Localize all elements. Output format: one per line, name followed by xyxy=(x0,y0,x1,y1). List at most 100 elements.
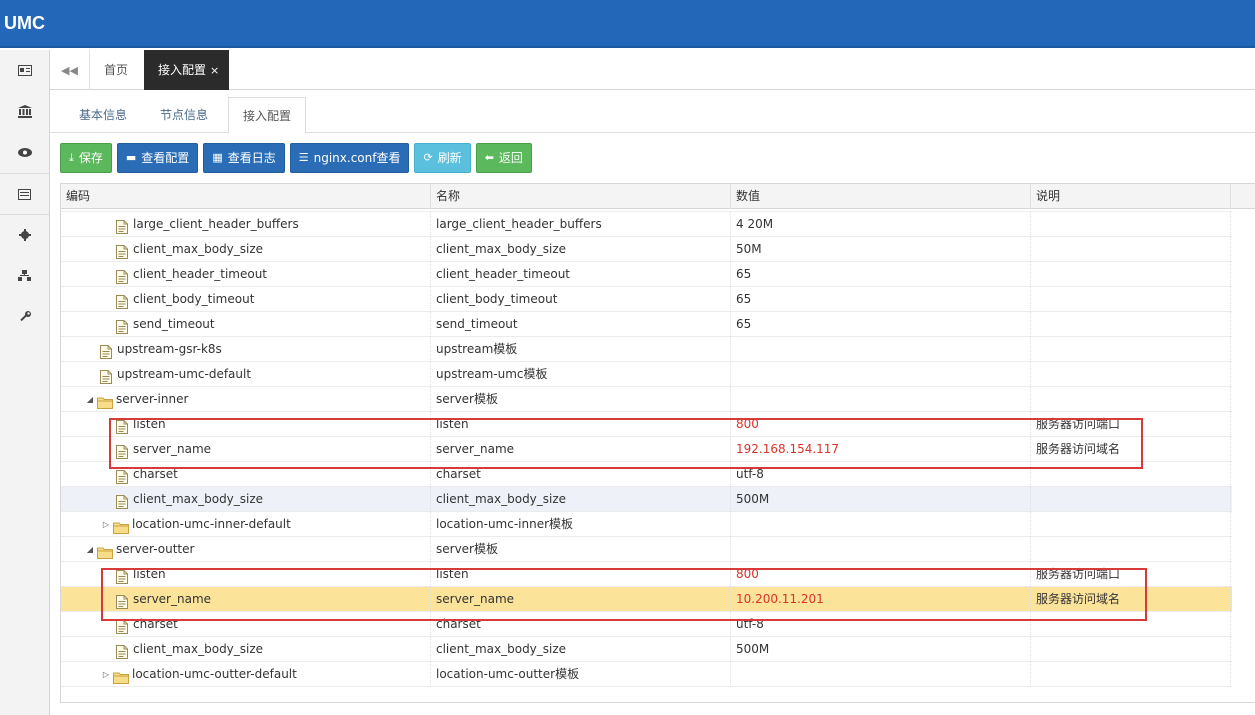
cell-code[interactable]: send_timeout xyxy=(61,312,431,337)
cell-desc[interactable] xyxy=(1031,362,1231,387)
table-row[interactable]: upstream-umc-default upstream-umc模板 xyxy=(61,362,1233,387)
table-row[interactable]: ◢ server-outter server模板 xyxy=(61,537,1233,562)
cell-name[interactable]: listen xyxy=(431,562,731,587)
column-header-name[interactable]: 名称 xyxy=(431,184,731,209)
subtab-node-info[interactable]: 节点信息 xyxy=(146,97,222,133)
cell-desc[interactable] xyxy=(1031,287,1231,312)
table-row[interactable]: client_max_body_size client_max_body_size… xyxy=(61,487,1233,512)
table-row[interactable]: ▷ location-umc-outter-default location-umc… xyxy=(61,662,1233,687)
cell-code[interactable]: client_max_body_size xyxy=(61,637,431,662)
table-row[interactable]: ▷ location-umc-inner-default location-umc-… xyxy=(61,512,1233,537)
cell-value[interactable]: 10.200.11.201 xyxy=(731,587,1031,612)
cell-name[interactable]: server模板 xyxy=(431,537,731,562)
nav-eye-icon[interactable] xyxy=(0,132,49,173)
grid-scrollbar[interactable] xyxy=(1232,209,1255,702)
cell-name[interactable]: client_header_timeout xyxy=(431,262,731,287)
cell-name[interactable]: server_name xyxy=(431,437,731,462)
cell-desc[interactable]: 服务器访问端口 xyxy=(1031,562,1231,587)
table-row[interactable]: ◢ server-inner server模板 xyxy=(61,387,1233,412)
cell-value[interactable]: utf-8 xyxy=(731,612,1031,637)
table-row[interactable]: large_client_header_buffers large_client_… xyxy=(61,212,1233,237)
cell-code[interactable]: large_client_header_buffers xyxy=(61,212,431,237)
expand-arrow-icon[interactable]: ▷ xyxy=(101,512,111,537)
cell-name[interactable]: client_max_body_size xyxy=(431,487,731,512)
cell-name[interactable]: large_client_header_buffers xyxy=(431,212,731,237)
cell-code[interactable]: charset xyxy=(61,462,431,487)
cell-name[interactable]: charset xyxy=(431,462,731,487)
cell-value[interactable]: utf-8 xyxy=(731,462,1031,487)
cell-desc[interactable] xyxy=(1031,337,1231,362)
nav-wrench-icon[interactable] xyxy=(0,296,49,337)
cell-value[interactable]: 50M xyxy=(731,237,1031,262)
cell-code[interactable]: ◢ server-inner xyxy=(61,387,431,412)
cell-name[interactable]: location-umc-outter模板 xyxy=(431,662,731,687)
cell-desc[interactable] xyxy=(1031,637,1231,662)
table-row[interactable]: upstream-gsr-k8s upstream模板 xyxy=(61,337,1233,362)
cell-value[interactable]: 65 xyxy=(731,312,1031,337)
cell-value[interactable]: 65 xyxy=(731,287,1031,312)
nav-sitemap-icon[interactable] xyxy=(0,255,49,296)
cell-code[interactable]: upstream-umc-default xyxy=(61,362,431,387)
close-icon[interactable]: × xyxy=(210,64,219,77)
return-button[interactable]: ⬅ 返回 xyxy=(475,143,532,173)
view-log-button[interactable]: ▦ 查看日志 xyxy=(203,143,285,173)
table-row[interactable]: client_body_timeout client_body_timeout 65 xyxy=(61,287,1233,312)
table-row[interactable]: client_max_body_size client_max_body_size… xyxy=(61,637,1233,662)
cell-code[interactable]: ▷ location-umc-inner-default xyxy=(61,512,431,537)
column-header-code[interactable]: 编码 xyxy=(61,184,431,209)
cell-value[interactable] xyxy=(731,362,1031,387)
cell-code[interactable]: listen xyxy=(61,562,431,587)
table-row[interactable]: client_max_body_size client_max_body_size… xyxy=(61,237,1233,262)
cell-name[interactable]: send_timeout xyxy=(431,312,731,337)
table-row[interactable]: charset charset utf-8 xyxy=(61,612,1233,637)
cell-desc[interactable]: 服务器访问端口 xyxy=(1031,412,1231,437)
cell-value[interactable]: 4 20M xyxy=(731,212,1031,237)
expand-arrow-icon[interactable]: ▷ xyxy=(101,662,111,687)
cell-desc[interactable] xyxy=(1031,462,1231,487)
cell-value[interactable]: 500M xyxy=(731,487,1031,512)
cell-name[interactable]: client_max_body_size xyxy=(431,637,731,662)
table-row[interactable]: listen listen 800 服务器访问端口 xyxy=(61,562,1233,587)
cell-code[interactable]: ◢ server-outter xyxy=(61,537,431,562)
tab-access-config[interactable]: 接入配置 × xyxy=(144,50,230,90)
cell-name[interactable]: server_name xyxy=(431,587,731,612)
cell-desc[interactable] xyxy=(1031,487,1231,512)
nav-gear-icon[interactable] xyxy=(0,214,49,255)
cell-name[interactable]: server模板 xyxy=(431,387,731,412)
tab-home[interactable]: 首页 xyxy=(92,50,140,90)
collapse-arrow-icon[interactable]: ◢ xyxy=(85,537,95,562)
cell-desc[interactable] xyxy=(1031,312,1231,337)
cell-name[interactable]: client_body_timeout xyxy=(431,287,731,312)
table-row[interactable]: server_name server_name 10.200.11.201 服务器访问… xyxy=(61,587,1233,612)
cell-name[interactable]: charset xyxy=(431,612,731,637)
cell-value[interactable]: 800 xyxy=(731,412,1031,437)
nginx-conf-view-button[interactable]: ☰ nginx.conf查看 xyxy=(289,143,410,173)
cell-desc[interactable] xyxy=(1031,612,1231,637)
cell-code[interactable]: upstream-gsr-k8s xyxy=(61,337,431,362)
tab-back-button[interactable]: ◀◀ xyxy=(50,50,90,90)
cell-value[interactable]: 500M xyxy=(731,637,1031,662)
cell-name[interactable]: client_max_body_size xyxy=(431,237,731,262)
table-row[interactable]: charset charset utf-8 xyxy=(61,462,1233,487)
cell-name[interactable]: upstream-umc模板 xyxy=(431,362,731,387)
cell-value[interactable]: 800 xyxy=(731,562,1031,587)
cell-code[interactable]: server_name xyxy=(61,437,431,462)
collapse-arrow-icon[interactable]: ◢ xyxy=(85,387,95,412)
cell-code[interactable]: client_header_timeout xyxy=(61,262,431,287)
cell-desc[interactable] xyxy=(1031,237,1231,262)
subtab-basic-info[interactable]: 基本信息 xyxy=(65,97,141,133)
table-row[interactable]: listen listen 800 服务器访问端口 xyxy=(61,412,1233,437)
cell-name[interactable]: listen xyxy=(431,412,731,437)
table-row[interactable]: send_timeout send_timeout 65 xyxy=(61,312,1233,337)
cell-desc[interactable]: 服务器访问域名 xyxy=(1031,437,1231,462)
cell-code[interactable]: client_max_body_size xyxy=(61,487,431,512)
cell-value[interactable] xyxy=(731,537,1031,562)
cell-value[interactable] xyxy=(731,662,1031,687)
cell-desc[interactable] xyxy=(1031,512,1231,537)
view-config-button[interactable]: ▬ 查看配置 xyxy=(116,143,199,173)
column-header-desc[interactable]: 说明 xyxy=(1031,184,1231,209)
cell-value[interactable] xyxy=(731,387,1031,412)
cell-desc[interactable] xyxy=(1031,662,1231,687)
subtab-access-config[interactable]: 接入配置 xyxy=(228,97,307,134)
cell-desc[interactable] xyxy=(1031,212,1231,237)
